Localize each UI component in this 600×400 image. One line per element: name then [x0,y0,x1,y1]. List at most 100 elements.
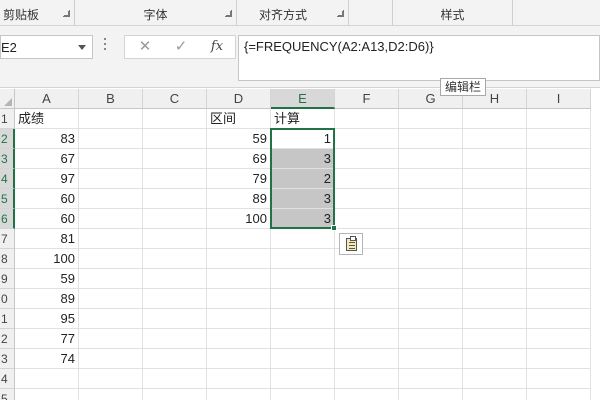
cell-a7[interactable]: 81 [15,229,79,249]
cancel-icon[interactable]: ✕ [133,38,157,56]
cell-h1[interactable] [463,109,527,129]
cell-b1[interactable] [79,109,143,129]
cell-i9[interactable] [527,269,591,289]
cell-h11[interactable] [463,309,527,329]
cell-e3[interactable]: 3 [271,149,335,169]
cell-e12[interactable] [271,329,335,349]
cell-f3[interactable] [335,149,399,169]
cell-b11[interactable] [79,309,143,329]
cell-f5[interactable] [335,189,399,209]
cell-g9[interactable] [399,269,463,289]
cell-c1[interactable] [143,109,207,129]
column-header-e[interactable]: E [271,89,335,109]
cell-a9[interactable]: 59 [15,269,79,289]
cell-a4[interactable]: 97 [15,169,79,189]
cell-a14[interactable] [15,369,79,389]
cell-h6[interactable] [463,209,527,229]
cell-e9[interactable] [271,269,335,289]
cell-g6[interactable] [399,209,463,229]
cell-a3[interactable]: 67 [15,149,79,169]
cell-g7[interactable] [399,229,463,249]
cell-d4[interactable]: 79 [207,169,271,189]
cell-h4[interactable] [463,169,527,189]
fill-handle[interactable] [331,225,337,231]
cell-i10[interactable] [527,289,591,309]
chevron-down-icon[interactable] [78,45,86,50]
cell-c14[interactable] [143,369,207,389]
cell-g5[interactable] [399,189,463,209]
cell-b6[interactable] [79,209,143,229]
cell-g15[interactable] [399,389,463,400]
cell-h2[interactable] [463,129,527,149]
column-header-i[interactable]: I [527,89,591,109]
cell-g8[interactable] [399,249,463,269]
enter-icon[interactable]: ✓ [169,38,193,56]
cell-e4[interactable]: 2 [271,169,335,189]
dialog-launcher-icon[interactable] [63,10,70,17]
cell-a1[interactable]: 成绩 [15,109,79,129]
row-header[interactable]: 7 [0,229,15,249]
row-header[interactable]: 1 [0,109,15,129]
cell-g3[interactable] [399,149,463,169]
cell-e8[interactable] [271,249,335,269]
row-header[interactable]: 1 [0,309,15,329]
cell-h8[interactable] [463,249,527,269]
dialog-launcher-icon[interactable] [225,10,232,17]
cell-i1[interactable] [527,109,591,129]
cell-a8[interactable]: 100 [15,249,79,269]
cell-i13[interactable] [527,349,591,369]
cell-e10[interactable] [271,289,335,309]
cell-b10[interactable] [79,289,143,309]
cell-a13[interactable]: 74 [15,349,79,369]
cell-d10[interactable] [207,289,271,309]
cell-c2[interactable] [143,129,207,149]
row-header[interactable]: 3 [0,149,15,169]
cell-i3[interactable] [527,149,591,169]
cell-g1[interactable] [399,109,463,129]
cell-c15[interactable] [143,389,207,400]
row-header[interactable]: 3 [0,349,15,369]
cell-f14[interactable] [335,369,399,389]
name-box[interactable]: E2 [0,35,93,59]
cell-d12[interactable] [207,329,271,349]
cell-a2[interactable]: 83 [15,129,79,149]
cell-b3[interactable] [79,149,143,169]
cell-d9[interactable] [207,269,271,289]
cell-i7[interactable] [527,229,591,249]
dialog-launcher-icon[interactable] [337,10,344,17]
cell-e11[interactable] [271,309,335,329]
cell-i4[interactable] [527,169,591,189]
cell-c9[interactable] [143,269,207,289]
insert-function-icon[interactable]: fx [205,38,229,56]
cell-h14[interactable] [463,369,527,389]
cell-b12[interactable] [79,329,143,349]
formula-input[interactable]: {=FREQUENCY(A2:A13,D2:D6)} [238,35,600,81]
cell-d6[interactable]: 100 [207,209,271,229]
cell-f15[interactable] [335,389,399,400]
cell-b15[interactable] [79,389,143,400]
cell-b13[interactable] [79,349,143,369]
cell-c5[interactable] [143,189,207,209]
cell-f11[interactable] [335,309,399,329]
cell-i5[interactable] [527,189,591,209]
row-header[interactable]: 4 [0,369,15,389]
cell-i8[interactable] [527,249,591,269]
cell-e6[interactable]: 3 [271,209,335,229]
cell-i12[interactable] [527,329,591,349]
cell-f9[interactable] [335,269,399,289]
cell-i11[interactable] [527,309,591,329]
cell-f10[interactable] [335,289,399,309]
cell-h3[interactable] [463,149,527,169]
cell-c8[interactable] [143,249,207,269]
row-header[interactable]: 8 [0,249,15,269]
row-header[interactable]: 2 [0,129,15,149]
cell-g12[interactable] [399,329,463,349]
cell-b14[interactable] [79,369,143,389]
cell-a6[interactable]: 60 [15,209,79,229]
cell-e15[interactable] [271,389,335,400]
select-all-icon[interactable] [0,89,15,109]
column-header-c[interactable]: C [143,89,207,109]
cell-g11[interactable] [399,309,463,329]
cell-d5[interactable]: 89 [207,189,271,209]
cell-g14[interactable] [399,369,463,389]
